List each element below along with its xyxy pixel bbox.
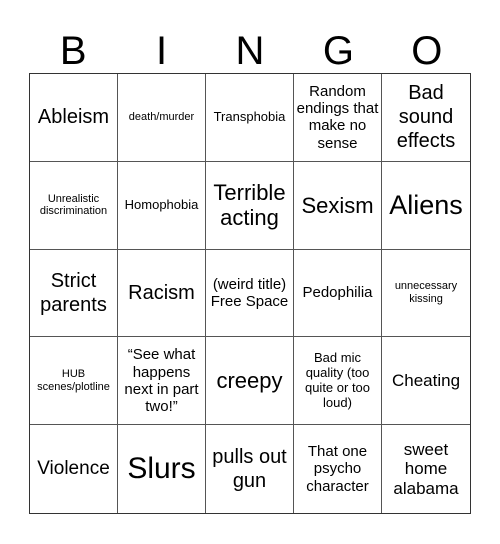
bingo-cell[interactable]: Homophobia <box>118 161 206 250</box>
bingo-header: B I N G O <box>29 28 471 74</box>
bingo-cell[interactable]: unnecessary kissing <box>382 250 470 338</box>
bingo-grid: Ableism death/murder Transphobia Random … <box>29 73 471 514</box>
bingo-cell[interactable]: HUB scenes/plotline <box>30 337 118 426</box>
bingo-cell[interactable]: pulls out gun <box>206 425 294 513</box>
header-letter-g: G <box>322 29 354 73</box>
bingo-cell[interactable]: Bad sound effects <box>382 74 470 162</box>
bingo-cell[interactable]: Cheating <box>382 337 470 426</box>
bingo-cell[interactable]: Racism <box>118 249 206 338</box>
bingo-cell[interactable]: Ableism <box>30 74 118 162</box>
bingo-cell[interactable]: Unrealistic discrimination <box>30 161 118 250</box>
bingo-cell[interactable]: “See what happens next in part two!” <box>118 337 206 426</box>
bingo-cell[interactable]: Bad mic quality (too quite or too loud) <box>294 337 382 426</box>
bingo-cell[interactable]: Terrible acting <box>206 161 294 250</box>
bingo-cell[interactable]: Random endings that make no sense <box>294 74 382 162</box>
header-letter-i: I <box>156 29 168 73</box>
header-letter-o: O <box>411 29 443 73</box>
bingo-cell[interactable]: Slurs <box>118 425 206 513</box>
bingo-cell[interactable]: death/murder <box>118 74 206 162</box>
header-letter-n: N <box>235 29 265 73</box>
bingo-cell[interactable]: Pedophilia <box>294 249 382 338</box>
bingo-cell[interactable]: creepy <box>206 337 294 426</box>
bingo-cell[interactable]: That one psycho character <box>294 425 382 513</box>
bingo-cell[interactable]: Aliens <box>382 162 470 250</box>
bingo-cell[interactable]: sweet home alabama <box>382 425 470 513</box>
bingo-cell[interactable]: Strict parents <box>30 249 118 338</box>
header-letter-b: B <box>59 29 87 73</box>
free-space-cell[interactable]: (weird title) Free Space <box>206 249 294 338</box>
bingo-cell[interactable]: Sexism <box>294 161 382 250</box>
bingo-cell[interactable]: Violence <box>30 425 118 513</box>
bingo-cell[interactable]: Transphobia <box>206 74 294 162</box>
